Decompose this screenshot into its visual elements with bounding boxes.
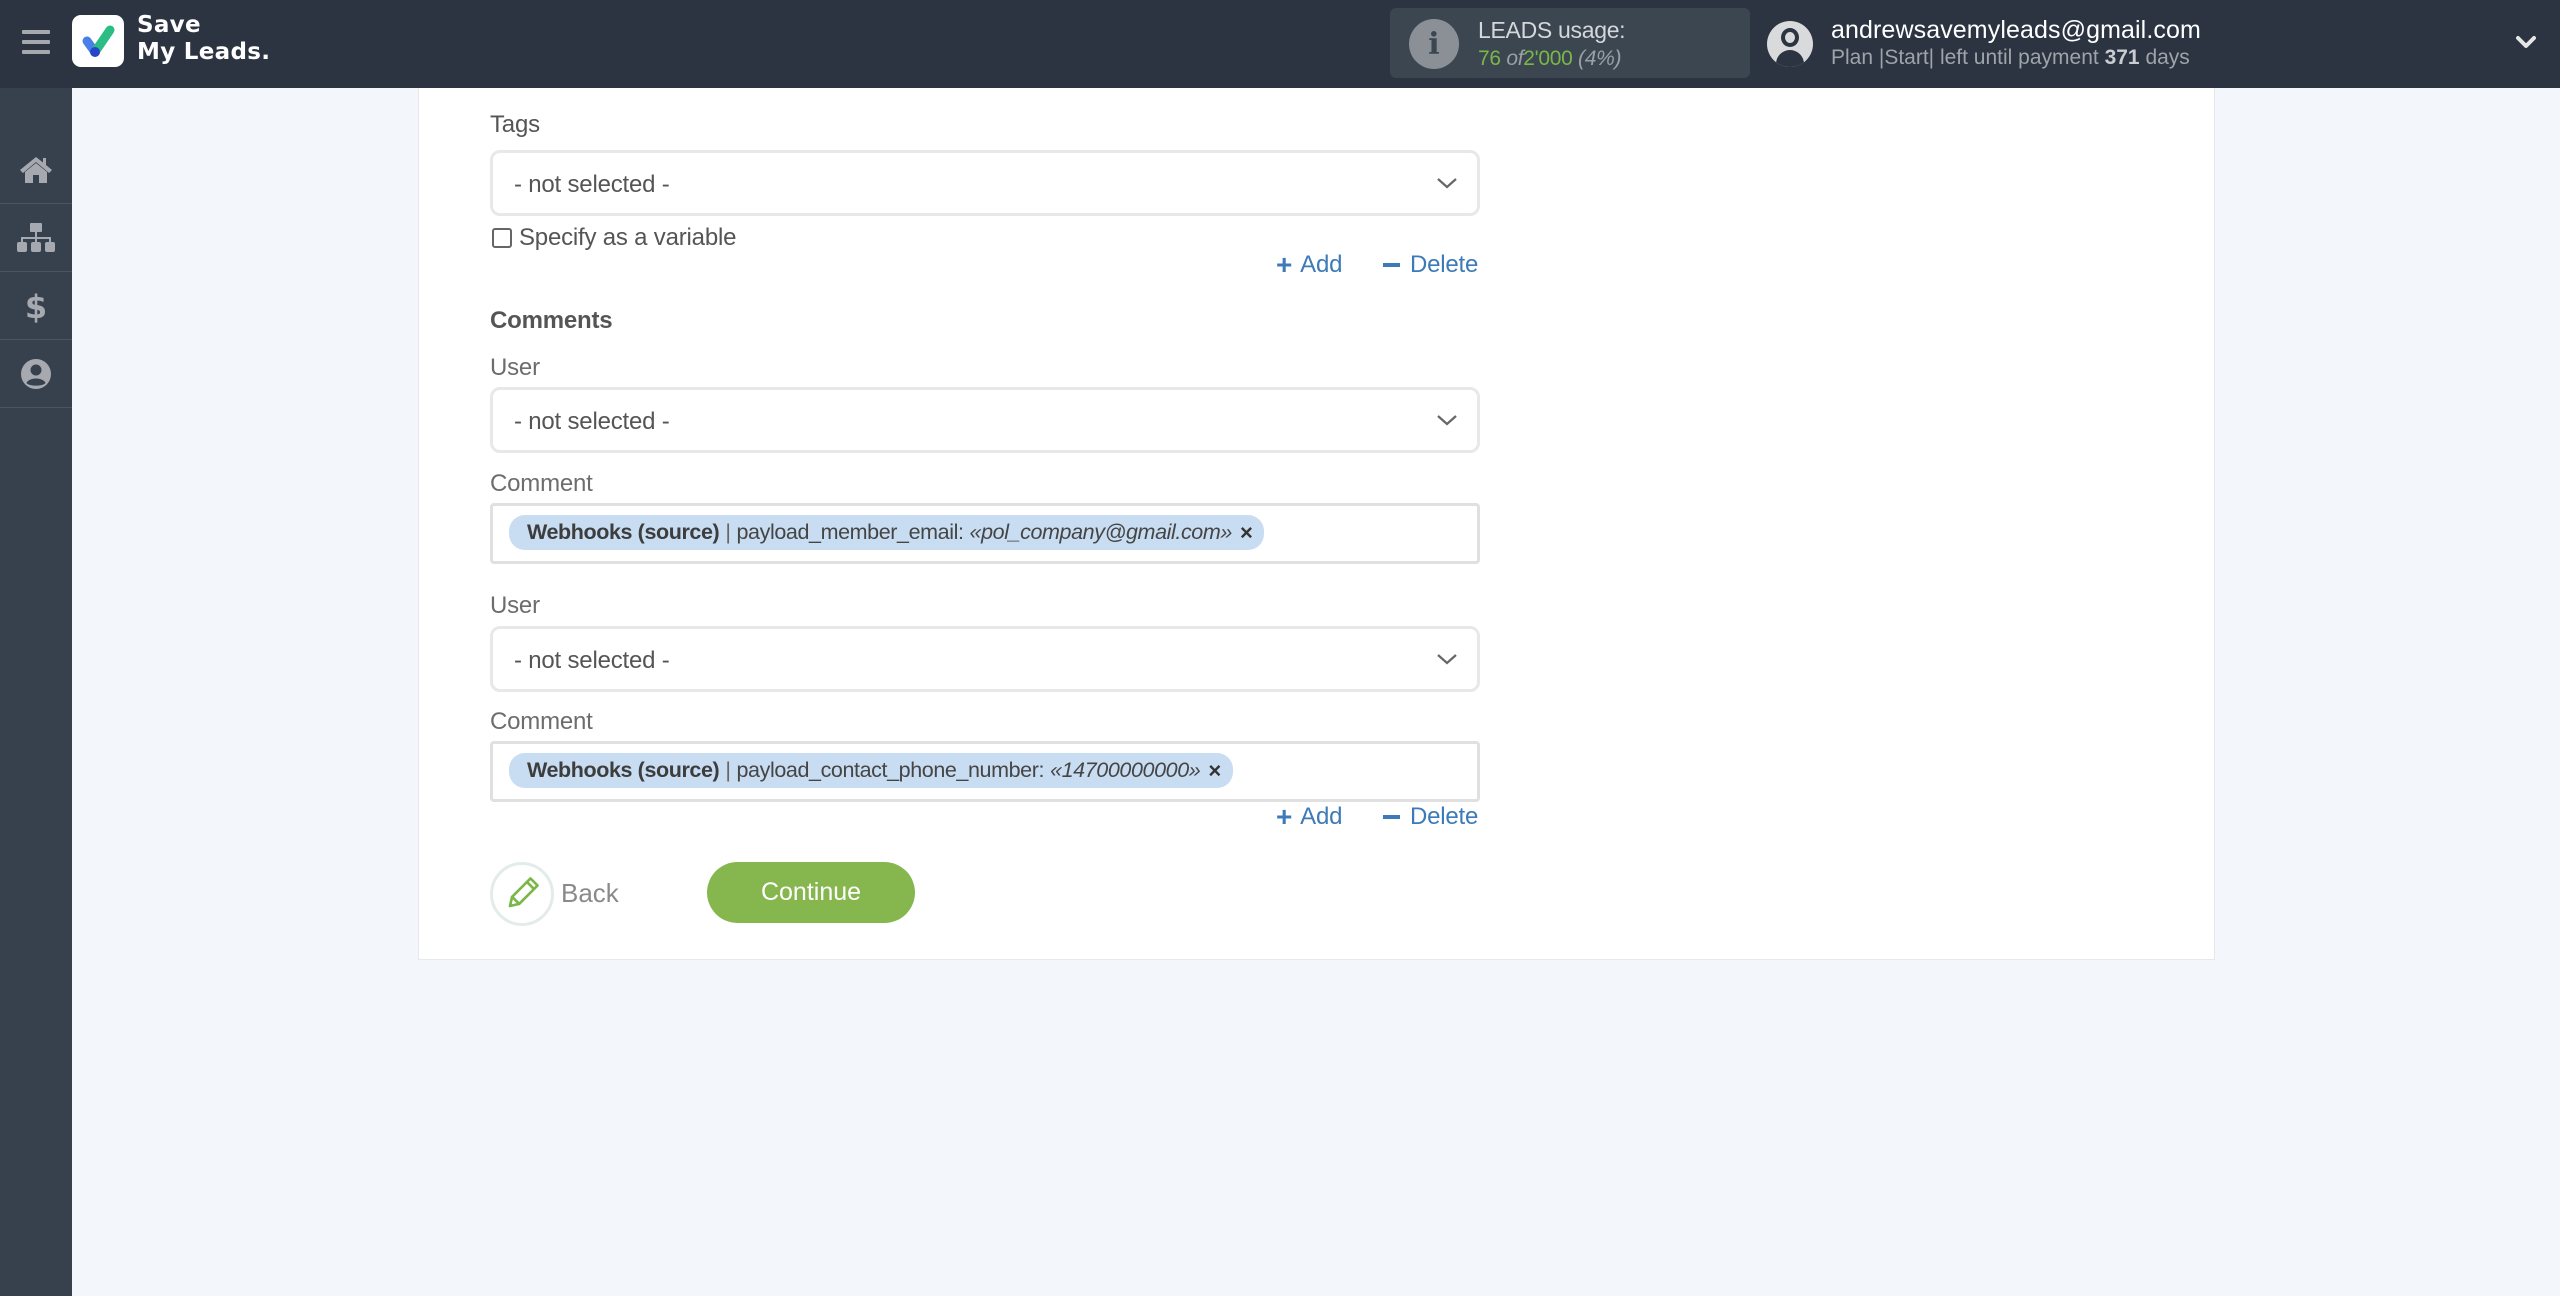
tag-separator: | (725, 520, 731, 544)
comments-delete-button[interactable]: Delete (1383, 803, 1478, 831)
sidebar-item-account[interactable] (0, 340, 72, 408)
tag-source: Webhooks (source) (527, 758, 720, 782)
tag-field: payload_member_email: (736, 520, 964, 544)
usage-value: 76 of2'000 (4%) (1478, 47, 1621, 71)
top-header: Save My Leads. i LEADS usage: 76 of2'000… (0, 0, 2560, 88)
usage-total: 2'000 (1523, 47, 1573, 70)
specify-variable-checkbox[interactable] (492, 228, 512, 248)
user-select-value: - not selected - (514, 408, 670, 435)
delete-label: Delete (1410, 803, 1479, 830)
field-tag: Webhooks (source) | payload_member_email… (509, 515, 1265, 550)
logo-icon[interactable] (72, 15, 124, 67)
hamburger-line (22, 50, 50, 54)
sidebar-item-connections[interactable] (0, 204, 72, 272)
minus-icon (1383, 815, 1400, 819)
svg-text:$: $ (25, 289, 47, 323)
user-select-value: - not selected - (514, 647, 670, 674)
comment-2-user-select[interactable]: - not selected - (490, 626, 1480, 692)
chevron-down-icon (1437, 654, 1457, 665)
remove-tag-icon[interactable]: × (1240, 515, 1253, 550)
info-icon: i (1409, 19, 1459, 69)
days-suffix: days (2145, 46, 2190, 69)
hamburger-line (22, 30, 50, 34)
hamburger-line (22, 40, 50, 44)
continue-button[interactable]: Continue (707, 862, 915, 923)
comment-label: Comment (490, 708, 593, 735)
user-label: User (490, 354, 540, 381)
sidebar-item-billing[interactable]: $ (0, 272, 72, 340)
comment-2-field[interactable]: Webhooks (source) | payload_contact_phon… (490, 741, 1480, 802)
add-label: Add (1300, 251, 1343, 278)
usage-used: 76 (1478, 47, 1501, 70)
usage-percent: (4%) (1578, 47, 1622, 70)
tag-value: «pol_company@gmail.com» (969, 520, 1233, 544)
usage-title: LEADS usage: (1478, 17, 1626, 43)
home-icon (20, 156, 52, 183)
tags-label: Tags (490, 111, 540, 138)
dollar-icon: $ (25, 289, 47, 323)
sitemap-icon (17, 222, 55, 252)
pencil-icon (508, 877, 539, 908)
comments-add-button[interactable]: + Add (1276, 803, 1342, 831)
user-circle-icon (21, 358, 51, 389)
remove-tag-icon[interactable]: × (1208, 753, 1221, 788)
user-label: User (490, 592, 540, 619)
logo-text[interactable]: Save My Leads. (137, 12, 270, 66)
sidebar-item-home[interactable] (0, 136, 72, 204)
user-email[interactable]: andrewsavemyleads@gmail.com (1831, 16, 2201, 45)
user-avatar-icon[interactable] (1767, 21, 1813, 67)
specify-variable-label: Specify as a variable (519, 224, 737, 251)
specify-variable-option[interactable]: Specify as a variable (492, 224, 736, 252)
back-button[interactable] (490, 862, 554, 926)
plus-icon: + (1276, 801, 1293, 832)
chevron-down-icon (1437, 415, 1457, 426)
plus-icon: + (1276, 249, 1293, 280)
leads-usage-panel: i LEADS usage: 76 of2'000 (4%) (1390, 8, 1750, 78)
comment-label: Comment (490, 470, 593, 497)
tags-add-button[interactable]: + Add (1276, 251, 1342, 279)
account-menu-chevron-icon[interactable] (2512, 28, 2540, 56)
comments-title: Comments (490, 307, 613, 334)
tag-field: payload_contact_phone_number: (736, 758, 1045, 782)
delete-label: Delete (1410, 251, 1479, 278)
tags-delete-button[interactable]: Delete (1383, 251, 1478, 279)
tag-source: Webhooks (source) (527, 520, 720, 544)
field-tag: Webhooks (source) | payload_contact_phon… (509, 753, 1233, 788)
back-label[interactable]: Back (561, 878, 619, 909)
user-plan-info: Plan |Start| left until payment 371 days (1831, 46, 2190, 70)
tags-select[interactable]: - not selected - (490, 150, 1480, 216)
add-label: Add (1300, 803, 1343, 830)
minus-icon (1383, 263, 1400, 267)
menu-toggle-button[interactable] (20, 26, 52, 58)
tag-separator: | (725, 758, 731, 782)
tag-value: «14700000000» (1050, 758, 1201, 782)
usage-of: of (1506, 47, 1524, 70)
tags-select-value: - not selected - (514, 171, 670, 198)
logo-line-1: Save (137, 12, 201, 38)
chevron-down-icon (1437, 178, 1457, 189)
comment-1-user-select[interactable]: - not selected - (490, 387, 1480, 453)
days-left: 371 (2104, 46, 2140, 69)
sidebar: $ (0, 88, 72, 1296)
logo-line-2: My Leads. (137, 39, 271, 65)
plan-text: Plan |Start| left until payment (1831, 46, 2099, 69)
comment-1-field[interactable]: Webhooks (source) | payload_member_email… (490, 503, 1480, 564)
